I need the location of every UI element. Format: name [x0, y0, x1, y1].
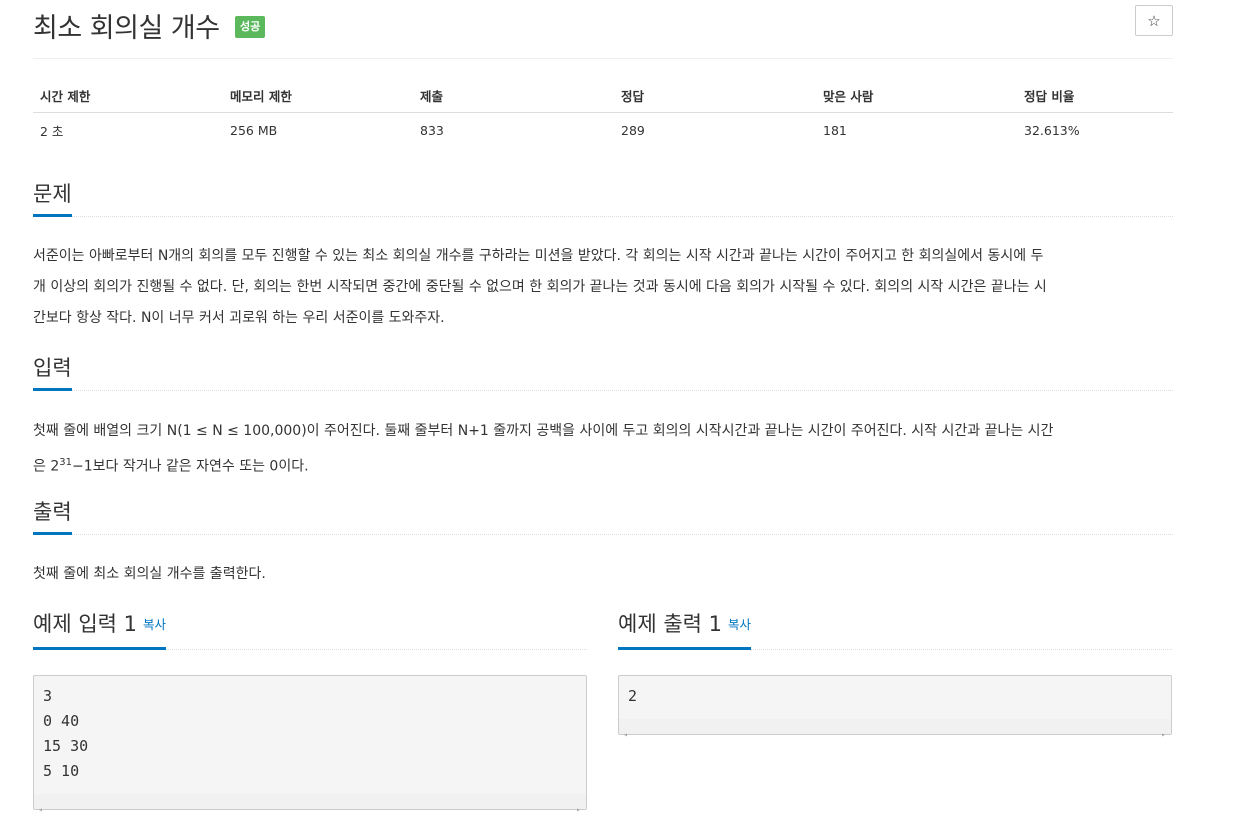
status-badge: 성공 — [235, 16, 266, 38]
value-time-limit: 2 초 — [40, 123, 64, 139]
page-title: 최소 회의실 개수 — [33, 13, 220, 44]
horizontal-scrollbar[interactable]: ◂ ▸ — [619, 719, 1171, 739]
header-solvers: 맞은 사람 — [816, 78, 1017, 113]
problem-heading: 문제 — [33, 180, 72, 217]
title-row: 최소 회의실 개수 성공 ☆ — [33, 0, 1173, 59]
problem-description: 서준이는 아빠로부터 N개의 회의를 모두 진행할 수 있는 최소 회의실 개수… — [33, 241, 1173, 334]
star-button[interactable]: ☆ — [1135, 5, 1173, 36]
problem-container: 최소 회의실 개수 성공 ☆ 시간 제한 메모리 제한 제출 정답 맞은 사람 … — [33, 0, 1173, 814]
table-header-row: 시간 제한 메모리 제한 제출 정답 맞은 사람 정답 비율 — [33, 78, 1173, 113]
value-memory-limit: 256 MB — [230, 122, 278, 138]
example-output-title-text: 예제 출력 1 — [618, 612, 722, 636]
input-heading: 입력 — [33, 354, 72, 391]
value-submissions: 833 — [420, 122, 444, 138]
problem-section-header: 문제 — [33, 176, 1173, 217]
header-submissions: 제출 — [413, 78, 614, 113]
header-time-limit: 시간 제한 — [33, 78, 223, 113]
value-correct: 289 — [621, 122, 645, 138]
example-output-code[interactable]: 2 ◂ ▸ — [618, 675, 1172, 739]
input-text-part: −1보다 작거나 같은 자연수 또는 0이다. — [71, 458, 309, 475]
header-memory-limit: 메모리 제한 — [223, 78, 413, 113]
problem-text-line: 서준이는 아빠로부터 N개의 회의를 모두 진행할 수 있는 최소 회의실 개수… — [33, 248, 1044, 264]
example-input-code[interactable]: 3 0 40 15 30 5 10 ◂ ▸ — [33, 675, 587, 814]
input-section-header: 입력 — [33, 350, 1173, 391]
header-ratio: 정답 비율 — [1017, 78, 1173, 113]
copy-output-button[interactable]: 복사 — [728, 617, 751, 632]
exponent: 31 — [59, 457, 72, 468]
scroll-right-icon[interactable]: ▸ — [1161, 722, 1166, 747]
input-text-line: 첫째 줄에 배열의 크기 N(1 ≤ N ≤ 100,000)이 주어진다. 둘… — [33, 423, 1054, 439]
example-output-title: 예제 출력 1 복사 — [618, 610, 752, 650]
problem-info-table: 시간 제한 메모리 제한 제출 정답 맞은 사람 정답 비율 2 초 256 M… — [33, 78, 1173, 147]
value-solvers: 181 — [823, 122, 847, 138]
scroll-left-icon[interactable]: ◂ — [623, 722, 628, 747]
output-text-line: 첫째 줄에 최소 회의실 개수를 출력한다. — [33, 566, 266, 582]
example-input-text: 3 0 40 15 30 5 10 — [43, 687, 89, 780]
input-text-line: 은 231−1보다 작거나 같은 자연수 또는 0이다. — [33, 447, 1173, 483]
example-input-title: 예제 입력 1 복사 — [33, 610, 167, 650]
output-description: 첫째 줄에 최소 회의실 개수를 출력한다. — [33, 559, 1173, 590]
example-output-header: 예제 출력 1 복사 — [618, 605, 1172, 650]
header-correct: 정답 — [614, 78, 816, 113]
horizontal-scrollbar[interactable]: ◂ ▸ — [34, 794, 586, 814]
output-section-header: 출력 — [33, 494, 1173, 535]
problem-text-line: 개 이상의 회의가 진행될 수 없다. 단, 회의는 한번 시작되면 중간에 중… — [33, 279, 1047, 295]
scroll-left-icon[interactable]: ◂ — [38, 797, 43, 822]
output-heading: 출력 — [33, 498, 72, 535]
example-input-header: 예제 입력 1 복사 — [33, 605, 587, 650]
input-description: 첫째 줄에 배열의 크기 N(1 ≤ N ≤ 100,000)이 주어진다. 둘… — [33, 416, 1173, 483]
input-text-part: 은 2 — [33, 458, 60, 475]
value-ratio: 32.613% — [1024, 122, 1080, 138]
star-icon: ☆ — [1147, 12, 1161, 30]
example-input-title-text: 예제 입력 1 — [33, 612, 137, 636]
table-row: 2 초 256 MB 833 289 181 32.613% — [33, 113, 1173, 148]
problem-text-line: 간보다 항상 작다. N이 너무 커서 괴로워 하는 우리 서준이를 도와주자. — [33, 310, 445, 326]
example-output-text: 2 — [628, 687, 638, 705]
copy-input-button[interactable]: 복사 — [143, 617, 166, 632]
scroll-right-icon[interactable]: ▸ — [576, 797, 581, 822]
